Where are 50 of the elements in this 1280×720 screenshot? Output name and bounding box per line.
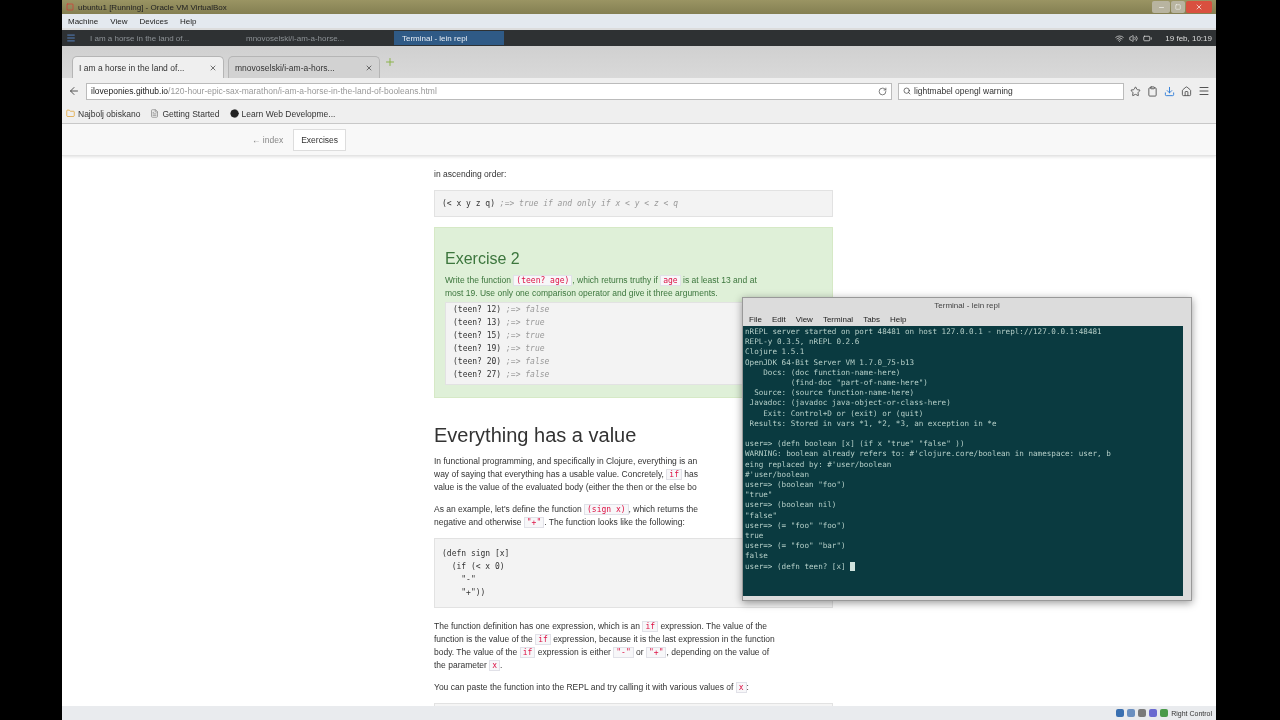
index-link[interactable]: ← index: [252, 134, 284, 145]
menu-item[interactable]: Terminal: [822, 314, 854, 324]
menu-item[interactable]: View: [110, 16, 128, 26]
paragraph: Write the function (teen? age) , which returns truthy if age is at least 13 and at most 19. Use only one comparison operator and give it three arguments.: [445, 274, 758, 300]
back-icon[interactable]: [68, 85, 80, 97]
star-icon[interactable]: [1130, 85, 1141, 97]
search-field[interactable]: lightmabel opengl warning: [898, 82, 1124, 100]
exercises-button[interactable]: Exercises: [293, 128, 347, 151]
menu-item[interactable]: Edit: [771, 314, 786, 324]
menu-item[interactable]: Help: [179, 16, 197, 26]
window-title: ubuntu1 [Running] - Oracle VM VirtualBox: [78, 2, 227, 12]
close-icon[interactable]: [209, 63, 217, 72]
page-icon: [150, 109, 160, 118]
menu-item[interactable]: Machine: [68, 16, 99, 26]
menu-item[interactable]: Devices: [139, 16, 168, 26]
taskbar-item[interactable]: mnovoselski/i-am-a-horse...: [238, 31, 388, 45]
battery-icon[interactable]: [1143, 33, 1153, 43]
bookmark[interactable]: Learn Web Developme...: [229, 108, 336, 119]
exercise-title: Exercise 2: [445, 250, 521, 268]
window-title: Terminal - lein repl: [934, 300, 1000, 310]
address-field[interactable]: iloveponies.github.io/120-hour-epic-sax-marathon/i-am-a-horse-in-the-land-of-booleans.html: [86, 82, 892, 100]
menu-item[interactable]: Help: [890, 314, 907, 324]
circle-icon: [229, 109, 239, 118]
section-heading: Everything has a value: [434, 424, 637, 447]
menu-item[interactable]: Tabs: [863, 314, 881, 324]
paragraph: You can paste the function into the REPL and try calling it with various values of x :: [434, 681, 750, 694]
volume-icon[interactable]: [1129, 33, 1139, 43]
clock[interactable]: 19 feb, 10:19: [1165, 33, 1212, 43]
close-icon: [1195, 3, 1203, 11]
close-button[interactable]: [1186, 1, 1212, 13]
bookmark[interactable]: Getting Started: [150, 108, 220, 119]
menu-item[interactable]: View: [795, 314, 813, 324]
home-icon[interactable]: [1181, 85, 1192, 97]
browser-tab[interactable]: I am a horse in the land of...: [72, 56, 224, 78]
maximize-icon: [1175, 4, 1181, 10]
browser-tab[interactable]: mnovoselski/i-am-a-hors...: [228, 56, 380, 78]
close-icon[interactable]: [365, 63, 373, 72]
clipboard-icon[interactable]: [1147, 85, 1158, 97]
paragraph: in ascending order:: [434, 168, 508, 181]
paragraph: The function definition has one expression, which is an if expression. The value of the function is the value of the if expression, because it is the last expression in the function body. The value of the if expression is either "-" or "+" , depending on the value of the parameter x .: [434, 620, 776, 672]
code-block: (< x y z q) ;=> true if and only if x < y < z < q: [434, 190, 833, 217]
taskbar-item[interactable]: Terminal - lein repl: [394, 31, 504, 45]
menu-item[interactable]: File: [749, 314, 762, 324]
download-icon[interactable]: [1164, 85, 1175, 97]
search-icon: [903, 87, 911, 95]
bookmark[interactable]: Najbolj obiskano: [66, 108, 141, 119]
reload-icon[interactable]: [878, 86, 887, 96]
app-icon: [66, 3, 74, 11]
folder-icon: [66, 109, 75, 118]
menu-icon[interactable]: [1198, 85, 1210, 97]
